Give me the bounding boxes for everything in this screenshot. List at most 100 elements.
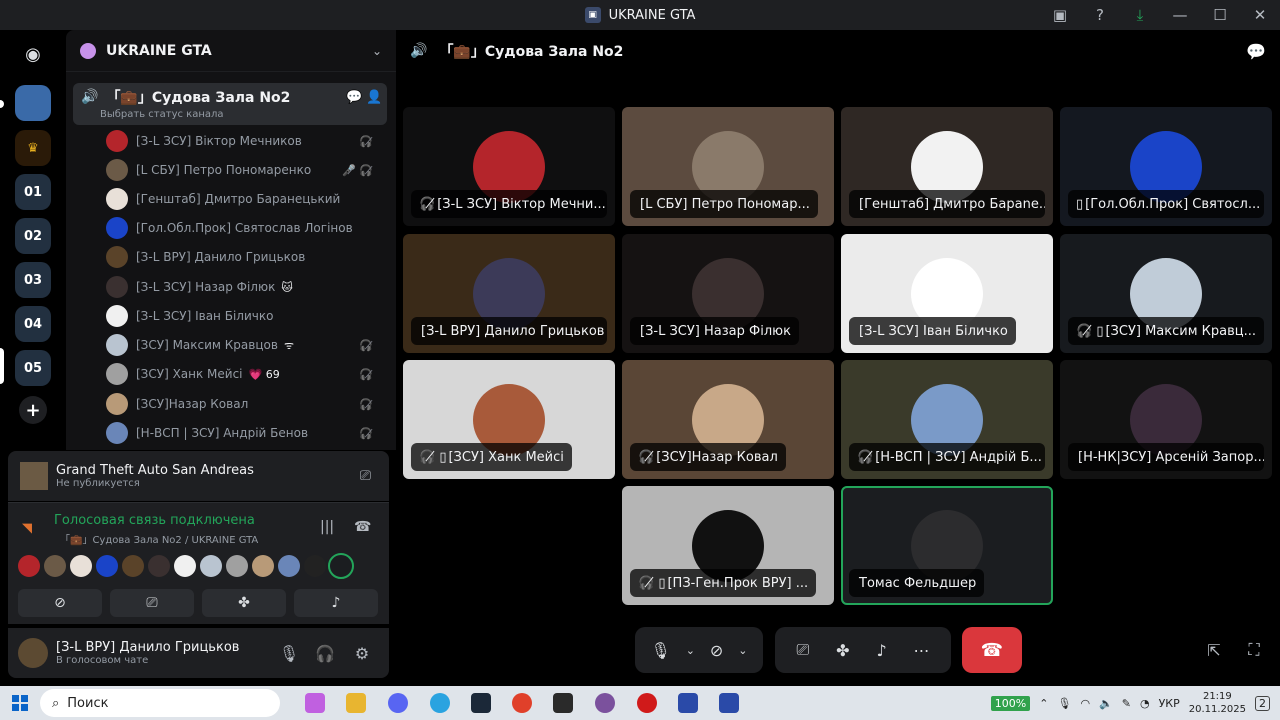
voice-connected-status[interactable]: Голосовая связь подключена: [54, 513, 255, 528]
participant-tile[interactable]: [L СБУ] Петро Пономар...: [622, 107, 834, 226]
camera-off-icon[interactable]: ⊘: [710, 641, 723, 660]
voice-participant-avatar[interactable]: [122, 555, 144, 577]
chat-icon[interactable]: 💬: [1246, 42, 1266, 61]
user-avatar[interactable]: [18, 638, 48, 668]
headphones-icon[interactable]: 🎧: [314, 642, 336, 664]
server-icon-1[interactable]: [15, 85, 51, 121]
member-row[interactable]: [З-L ЗСУ] Назар Філюк 🐱: [106, 275, 381, 299]
inbox-icon[interactable]: ▣: [1050, 5, 1070, 25]
record-icon[interactable]: [637, 693, 657, 713]
fullscreen-icon[interactable]: ⛶: [1242, 638, 1266, 662]
member-row[interactable]: [З-L ЗСУ] Віктор Мечников 🎧̸: [106, 129, 381, 153]
discord-home-icon[interactable]: ◉: [15, 36, 51, 72]
chevron-down-icon[interactable]: ⌄: [686, 644, 695, 657]
clock[interactable]: 21:19 20.11.2025: [1189, 690, 1246, 716]
discord-taskbar-icon[interactable]: [388, 693, 408, 713]
participant-tile[interactable]: [Н-НК|ЗСУ] Арсеній Запор...: [1060, 360, 1272, 479]
noise-suppression-icon[interactable]: |||: [320, 519, 334, 535]
taskbar-search[interactable]: ⌕ Поиск: [40, 689, 280, 717]
participant-tile[interactable]: [З-L ЗСУ] Назар Філюк: [622, 234, 834, 353]
minimize-button[interactable]: —: [1170, 5, 1190, 25]
participant-tile[interactable]: 🎧̸ ▯ [ЗСУ] Ханк Мейсі: [403, 360, 615, 479]
notification-badge[interactable]: 2: [1255, 695, 1270, 711]
activities-icon[interactable]: ✤: [836, 641, 849, 660]
volume-icon[interactable]: 🔈: [1099, 697, 1113, 710]
member-row[interactable]: [ЗСУ] Максим Кравцов ᯤ 🎧̸: [106, 333, 381, 357]
maximize-button[interactable]: ☐: [1210, 5, 1230, 25]
wifi-icon[interactable]: ◔: [1140, 697, 1150, 710]
member-row[interactable]: [ЗСУ] Ханк Мейсі 💗 69 🎧̸: [106, 362, 381, 386]
activities-button[interactable]: ✤: [202, 589, 286, 617]
settings-icon[interactable]: ⚙: [351, 642, 373, 664]
server-icon-2[interactable]: ♛: [15, 130, 51, 166]
share-screen-icon[interactable]: ⎚: [796, 640, 809, 660]
participant-tile[interactable]: [З-L ЗСУ] Іван Біличко: [841, 234, 1053, 353]
copilot-icon[interactable]: [305, 693, 325, 713]
signal-icon[interactable]: ◥: [22, 521, 32, 536]
soundboard-icon[interactable]: ♪: [876, 641, 886, 660]
help-icon[interactable]: ?: [1090, 5, 1110, 25]
voice-participant-avatar[interactable]: [96, 555, 118, 577]
voice-participant-avatar[interactable]: [18, 555, 40, 577]
participant-tile[interactable]: 🎧̸ [ЗСУ]Назар Ковал: [622, 360, 834, 479]
participant-tile[interactable]: [Генштаб] Дмитро Барane...: [841, 107, 1053, 226]
participant-tile[interactable]: 🎧̸ ▯ [ЗСУ] Максим Кравц...: [1060, 234, 1272, 353]
server-icon-7[interactable]: 05: [15, 350, 51, 386]
voice-participant-avatar[interactable]: [252, 555, 274, 577]
voice-participant-avatar[interactable]: [200, 555, 222, 577]
channel-status-placeholder[interactable]: Выбрать статус канала: [100, 109, 224, 120]
file-explorer-icon[interactable]: [346, 693, 366, 713]
game-launcher-icon-2[interactable]: [719, 693, 739, 713]
participant-tile[interactable]: [З-L ВРУ] Данило Грицьков: [403, 234, 615, 353]
download-icon[interactable]: ⤓: [1130, 5, 1150, 25]
viber-icon[interactable]: [595, 693, 615, 713]
hang-up-button[interactable]: ☎: [962, 627, 1022, 673]
chat-bubble-icon[interactable]: 💬: [346, 90, 362, 105]
user-name[interactable]: [З-L ВРУ] Данило Грицьков: [56, 640, 239, 655]
microphone-icon[interactable]: 🎙: [650, 641, 670, 660]
more-icon[interactable]: ⋯: [914, 641, 930, 660]
chevron-up-icon[interactable]: ⌃: [1039, 697, 1048, 710]
voice-participant-avatar[interactable]: [44, 555, 66, 577]
chevron-down-icon[interactable]: ⌄: [372, 44, 382, 58]
server-icon-6[interactable]: 04: [15, 306, 51, 342]
member-row[interactable]: [ЗСУ]Назар Ковал 🎧̸: [106, 392, 381, 416]
member-row[interactable]: [L СБУ] Петро Пономаренко 🎤̸ 🎧̸: [106, 158, 381, 182]
member-row[interactable]: [Гол.Обл.Прок] Святослав Логінов: [106, 216, 381, 240]
voice-channel-row[interactable]: 🔊 「💼」Судова Зала No2: [81, 87, 290, 107]
server-header[interactable]: UKRAINE GTA ⌄: [66, 30, 396, 72]
participant-tile[interactable]: 🎧̸ [Н-ВСП | ЗСУ] Андрій Б...: [841, 360, 1053, 479]
network-icon[interactable]: ◠: [1080, 697, 1090, 710]
windows-start-icon[interactable]: [12, 695, 28, 711]
voice-participant-avatar[interactable]: [174, 555, 196, 577]
popout-icon[interactable]: ⇱: [1202, 638, 1226, 662]
participant-tile[interactable]: Томас Фельдшер: [841, 486, 1053, 605]
voice-participant-avatar[interactable]: [328, 553, 354, 579]
member-row[interactable]: [З-L ВРУ] Данило Грицьков: [106, 245, 381, 269]
member-row[interactable]: [Генштаб] Дмитро Баранецький: [106, 187, 381, 211]
camera-off-button[interactable]: ⊘: [18, 589, 102, 617]
chevron-down-icon[interactable]: ⌄: [738, 644, 747, 657]
voice-participant-avatar[interactable]: [226, 555, 248, 577]
share-screen-button[interactable]: ⎚: [110, 589, 194, 617]
member-row[interactable]: [З-L ЗСУ] Іван Біличко: [106, 304, 381, 328]
microphone-icon[interactable]: 🎙: [278, 642, 300, 664]
steam-icon[interactable]: [471, 693, 491, 713]
pen-icon[interactable]: ✎: [1122, 697, 1131, 710]
battery-indicator[interactable]: 100%: [990, 695, 1031, 711]
add-member-icon[interactable]: 👤: [366, 90, 382, 105]
game-launcher-icon[interactable]: [678, 693, 698, 713]
chrome-icon[interactable]: [512, 693, 532, 713]
voice-participant-avatar[interactable]: [148, 555, 170, 577]
soundboard-button[interactable]: ♪: [294, 589, 378, 617]
stream-game-icon[interactable]: ⎚: [360, 468, 371, 484]
telegram-icon[interactable]: [430, 693, 450, 713]
language-indicator[interactable]: УКР: [1159, 697, 1180, 710]
add-server-icon[interactable]: +: [19, 396, 47, 424]
participant-tile[interactable]: ▯ [Гол.Обл.Прок] Святосл...: [1060, 107, 1272, 226]
participant-tile[interactable]: 🎧̸ [З-L ЗСУ] Віктор Мечни...: [403, 107, 615, 226]
epic-games-icon[interactable]: [553, 693, 573, 713]
voice-participant-avatar[interactable]: [304, 555, 326, 577]
voice-participant-avatar[interactable]: [278, 555, 300, 577]
member-row[interactable]: [Н-ВСП | ЗСУ] Андрій Бенов 🎧̸: [106, 421, 381, 445]
